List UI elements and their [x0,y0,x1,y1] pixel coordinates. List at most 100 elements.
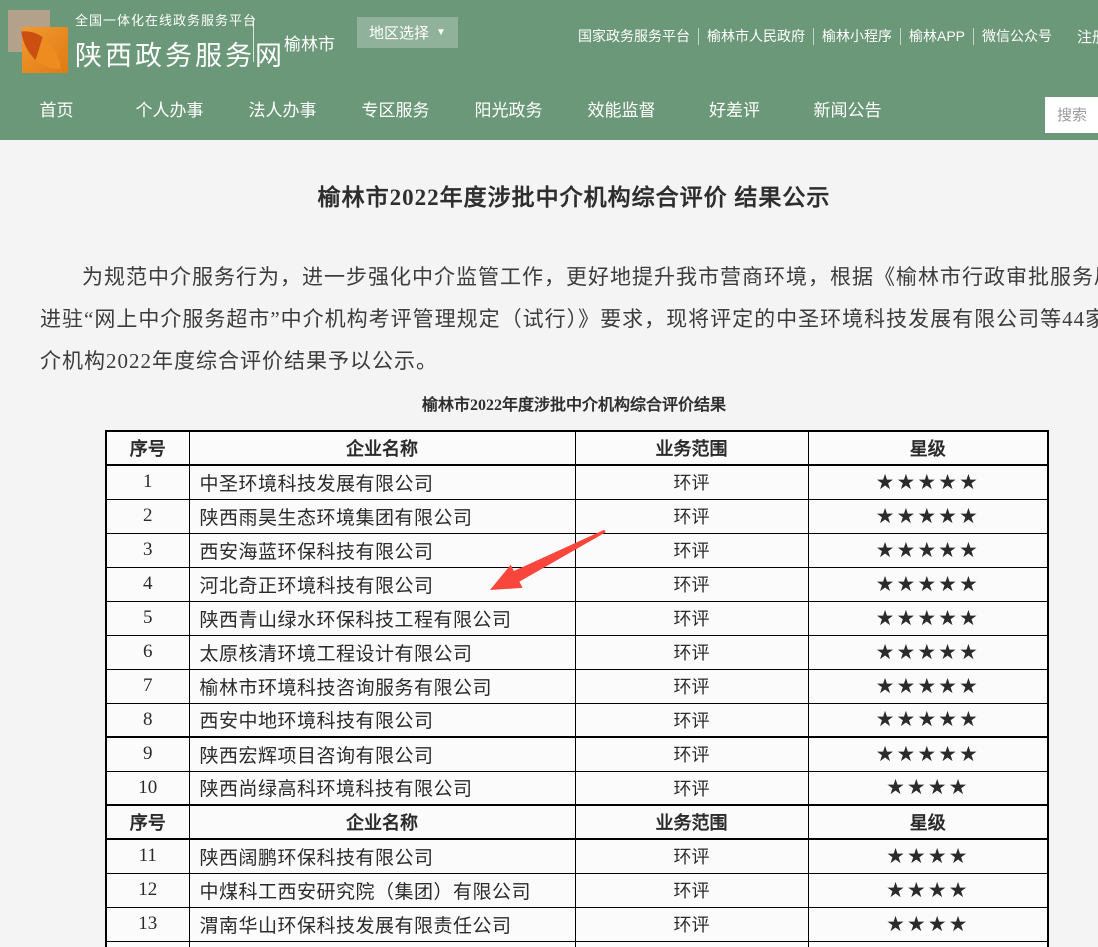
cell-stars: ★★★★★ [808,635,1048,669]
cell-company: 河北奇正环境科技有限公司 [189,567,575,601]
link-separator [698,28,699,45]
table-row: 5陕西青山绿水环保科技工程有限公司环评★★★★★ [106,601,1048,635]
page: 全国一体化在线政务服务平台 陕西政务服务网 榆林市 地区选择 ▼ 国家政务服务平… [0,0,1098,947]
column-header: 序号 [106,805,189,839]
link-national-platform[interactable]: 国家政务服务平台 [578,26,690,46]
table-row: 6太原核清环境工程设计有限公司环评★★★★★ [106,635,1048,669]
cell-scope: 环评 [575,567,808,601]
column-header: 企业名称 [189,805,575,839]
cell-scope: 环评 [575,737,808,771]
main-nav: 首页个人办事法人办事专区服务阳光政务效能监督好差评新闻公告 [0,88,904,134]
cell-stars: ★★★★ [808,839,1048,873]
table-row: 13渭南华山环保科技发展有限责任公司环评★★★★ [106,907,1048,941]
nav-item-zone-services[interactable]: 专区服务 [339,88,452,134]
site-logo [8,10,68,74]
cell-scope: 环评 [575,601,808,635]
cell-stars: ★★★★★ [808,465,1048,499]
cell-company: 西安海蓝环保科技有限公司 [189,533,575,567]
table-row: 8西安中地环境科技有限公司环评★★★★★ [106,703,1048,737]
link-yulin-app[interactable]: 榆林APP [909,26,965,46]
link-separator [900,28,901,45]
nav-item-sunshine-government[interactable]: 阳光政务 [452,88,565,134]
cell-company: 太原核清环境工程设计有限公司 [189,635,575,669]
evaluation-table-body: 序号企业名称业务范围星级1中圣环境科技发展有限公司环评★★★★★2陕西雨昊生态环… [106,431,1048,947]
paragraph-line: 介机构2022年度综合评价结果予以公示。 [40,340,1098,382]
cell-company: 中圣环境科技发展有限公司 [189,465,575,499]
cell-serial: 11 [106,839,189,873]
nav-item-legal-person-affairs[interactable]: 法人办事 [226,88,339,134]
cell-stars: ★★★★★ [808,601,1048,635]
site-header: 全国一体化在线政务服务平台 陕西政务服务网 榆林市 地区选择 ▼ 国家政务服务平… [0,0,1098,140]
cell-serial: 4 [106,567,189,601]
chevron-down-icon: ▼ [436,28,446,38]
link-separator [973,28,974,45]
nav-item-news-announcements[interactable]: 新闻公告 [791,88,904,134]
link-yulin-government[interactable]: 榆林市人民政府 [707,26,805,46]
cell-company [189,941,575,947]
paragraph-line: 为规范中介服务行为，进一步强化中介监管工作，更好地提升我市营商环境，根据《榆林市… [40,256,1098,298]
cell-serial: 9 [106,737,189,771]
link-separator [813,28,814,45]
cell-scope: 环评 [575,907,808,941]
cell-serial: 12 [106,873,189,907]
cell-scope: 环评 [575,499,808,533]
nav-item-service-rating[interactable]: 好差评 [678,88,791,134]
cell-company: 西安中地环境科技有限公司 [189,703,575,737]
cell-stars: ★★★★ [808,771,1048,805]
region-select-label: 地区选择 [369,22,429,43]
table-caption: 榆林市2022年度涉批中介机构综合评价结果 [0,391,1098,415]
cell-company: 陕西雨昊生态环境集团有限公司 [189,499,575,533]
cell-company: 陕西宏辉项目咨询有限公司 [189,737,575,771]
cell-stars: ★★★★★ [808,567,1048,601]
cell-scope [575,941,808,947]
table-header-row: 序号企业名称业务范围星级 [106,431,1048,465]
search-input[interactable] [1045,97,1098,133]
cell-scope: 环评 [575,839,808,873]
announcement-paragraph: 为规范中介服务行为，进一步强化中介监管工作，更好地提升我市营商环境，根据《榆林市… [40,256,1098,382]
link-yulin-miniprogram[interactable]: 榆林小程序 [822,26,892,46]
table-row: 9陕西宏辉项目咨询有限公司环评★★★★★ [106,737,1048,771]
nav-item-efficiency-supervision[interactable]: 效能监督 [565,88,678,134]
cell-stars: ★★★★ [808,873,1048,907]
cell-company: 陕西阔鹏环保科技有限公司 [189,839,575,873]
nav-item-home[interactable]: 首页 [0,88,113,134]
region-select-button[interactable]: 地区选择 ▼ [357,17,458,48]
header-divider [253,18,254,62]
cell-stars: ★★★★★ [808,703,1048,737]
table-row: 7榆林市环境科技咨询服务有限公司环评★★★★★ [106,669,1048,703]
page-title: 榆林市2022年度涉批中介机构综合评价 结果公示 [0,178,1098,212]
cell-scope: 环评 [575,465,808,499]
column-header: 企业名称 [189,431,575,465]
cell-serial [106,941,189,947]
column-header: 星级 [808,431,1048,465]
table-row: 10陕西尚绿高科环境科技有限公司环评★★★★ [106,771,1048,805]
table-row: 12中煤科工西安研究院（集团）有限公司环评★★★★ [106,873,1048,907]
link-wechat-official[interactable]: 微信公众号 [982,26,1052,46]
evaluation-table: 序号企业名称业务范围星级1中圣环境科技发展有限公司环评★★★★★2陕西雨昊生态环… [105,430,1049,947]
cell-company: 陕西尚绿高科环境科技有限公司 [189,771,575,805]
cell-scope: 环评 [575,771,808,805]
column-header: 业务范围 [575,431,808,465]
table-row: 4河北奇正环境科技有限公司环评★★★★★ [106,567,1048,601]
column-header: 序号 [106,431,189,465]
cell-company: 中煤科工西安研究院（集团）有限公司 [189,873,575,907]
paragraph-line: 进驻“网上中介服务超市”中介机构考评管理规定（试行）》要求，现将评定的中圣环境科… [40,298,1098,340]
cell-scope: 环评 [575,635,808,669]
cell-scope: 环评 [575,533,808,567]
table-row: 11陕西阔鹏环保科技有限公司环评★★★★ [106,839,1048,873]
cell-serial: 13 [106,907,189,941]
cell-company: 陕西青山绿水环保科技工程有限公司 [189,601,575,635]
table-row [106,941,1048,947]
cell-stars: ★★★★★ [808,499,1048,533]
table-row: 1中圣环境科技发展有限公司环评★★★★★ [106,465,1048,499]
register-link[interactable]: 注册 [1077,26,1098,47]
column-header: 星级 [808,805,1048,839]
cell-scope: 环评 [575,669,808,703]
top-links: 国家政务服务平台榆林市人民政府榆林小程序榆林APP 微信公众号 [578,26,1052,46]
cell-stars: ★★★★★ [808,737,1048,771]
cell-serial: 10 [106,771,189,805]
cell-serial: 6 [106,635,189,669]
table-row: 2陕西雨昊生态环境集团有限公司环评★★★★★ [106,499,1048,533]
cell-stars: ★★★★ [808,907,1048,941]
nav-item-personal-affairs[interactable]: 个人办事 [113,88,226,134]
